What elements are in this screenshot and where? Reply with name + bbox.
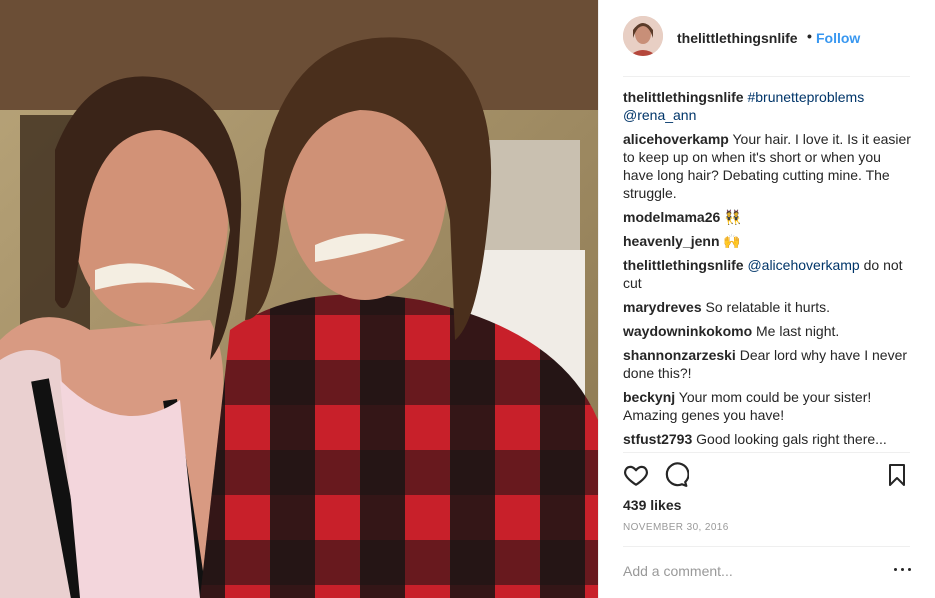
list-item: modelmama26 👯 (623, 208, 913, 226)
comment-text: 👯 (724, 209, 742, 225)
list-item: stfust2793 Good looking gals right there… (623, 430, 913, 448)
list-item: shannonzarzeski Dear lord why have I nev… (623, 346, 913, 382)
action-bar (623, 462, 913, 492)
caption: thelittlethingsnlife #brunetteproblems @… (623, 88, 913, 124)
bookmark-icon[interactable] (885, 462, 909, 493)
comment-username[interactable]: shannonzarzeski (623, 347, 736, 363)
divider (623, 452, 910, 453)
avatar[interactable] (623, 16, 663, 56)
post-photo[interactable] (0, 0, 598, 598)
comment-text: Me last night. (756, 323, 840, 339)
divider (623, 76, 910, 77)
list-item: alicehoverkamp Your hair. I love it. Is … (623, 130, 913, 202)
post-details-panel: thelittlethingsnlife • Follow thelittlet… (598, 0, 935, 598)
comment-username[interactable]: marydreves (623, 299, 702, 315)
list-item: beckynj Your mom could be your sister! A… (623, 388, 913, 424)
comment-username[interactable]: waydowninkokomo (623, 323, 752, 339)
follow-button[interactable]: Follow (816, 30, 860, 46)
comment-text: So relatable it hurts. (705, 299, 831, 315)
caption-mention[interactable]: @rena_ann (623, 107, 696, 123)
comment-text: Good looking gals right there... (696, 431, 887, 447)
comment-username[interactable]: stfust2793 (623, 431, 692, 447)
post-date: NOVEMBER 30, 2016 (623, 522, 729, 533)
caption-hashtag[interactable]: #brunetteproblems (747, 89, 864, 105)
comment-text: 🙌 (723, 233, 741, 249)
comment-username[interactable]: modelmama26 (623, 209, 720, 225)
heart-icon[interactable] (623, 462, 649, 493)
header-separator-dot: • (807, 28, 812, 44)
comment-username[interactable]: beckynj (623, 389, 675, 405)
caption-username[interactable]: thelittlethingsnlife (623, 89, 744, 105)
comment-username[interactable]: heavenly_jenn (623, 233, 720, 249)
list-item: heavenly_jenn 🙌 (623, 232, 913, 250)
comment-mention[interactable]: @alicehoverkamp (747, 257, 859, 273)
comments-list: thelittlethingsnlife #brunetteproblems @… (623, 88, 913, 454)
comment-username[interactable]: alicehoverkamp (623, 131, 729, 147)
list-item: thelittlethingsnlife @alicehoverkamp do … (623, 256, 913, 292)
speech-bubble-icon[interactable] (663, 462, 690, 493)
comment-username[interactable]: thelittlethingsnlife (623, 257, 744, 273)
post-header: thelittlethingsnlife • Follow (599, 0, 935, 76)
list-item: marydreves So relatable it hurts. (623, 298, 913, 316)
header-username[interactable]: thelittlethingsnlife (677, 30, 798, 46)
add-comment-input[interactable] (621, 558, 885, 584)
list-item: waydowninkokomo Me last night. (623, 322, 913, 340)
likes-count[interactable]: 439 likes (623, 497, 681, 513)
more-options-icon[interactable] (891, 560, 915, 578)
selfie-photo-illustration (0, 0, 598, 598)
divider (623, 546, 910, 547)
